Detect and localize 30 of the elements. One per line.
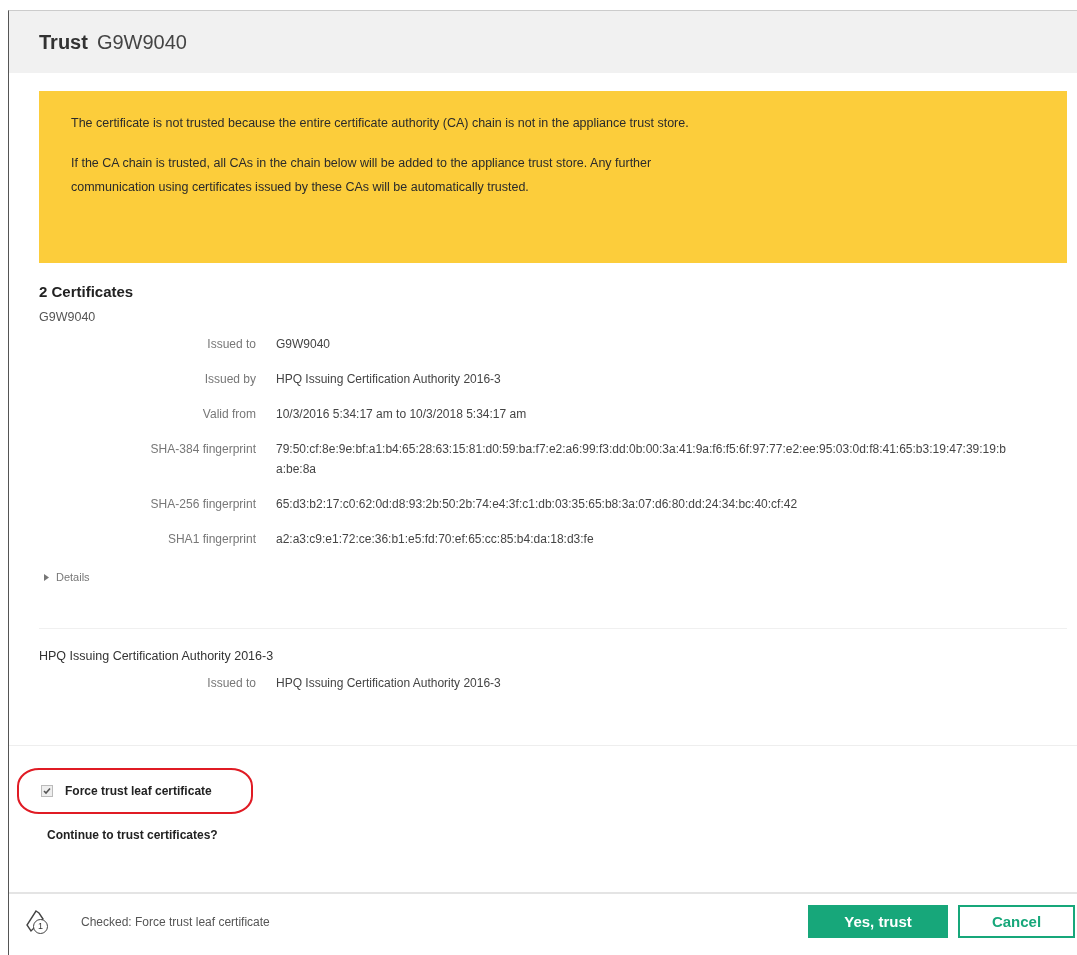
notification-count: 1 xyxy=(33,918,48,934)
cancel-button[interactable]: Cancel xyxy=(958,905,1075,938)
dialog-title: Trust xyxy=(39,30,88,54)
certificates-heading: 2 Certificates xyxy=(39,283,135,300)
field-value: G9W9040 xyxy=(276,336,332,353)
status-message: Checked: Force trust leaf certificate xyxy=(81,914,271,929)
field-label: SHA-384 fingerprint xyxy=(149,441,256,458)
certificate-name: HPQ Issuing Certification Authority 2016-3 xyxy=(39,649,275,663)
triangle-icon xyxy=(43,573,50,581)
field-label: SHA-256 fingerprint xyxy=(149,496,256,513)
field-label: Issued to xyxy=(206,336,256,353)
warning-text: If the CA chain is trusted, all CAs in the chain below will be added to the appliance trust store. Any further communication using certificates issued by these CAs will be automatically trusted. xyxy=(71,155,653,196)
field-value: 65:d3:b2:17:c0:62:0d:d8:93:2b:50:2b:74:e4:3f:c1:db:03:35:65:b8:3a:07:d6:80:dd:24:34:bc:40:cf:42 xyxy=(276,496,799,513)
field-label: Issued by xyxy=(203,371,256,388)
field-value: a2:a3:c9:e1:72:ce:36:b1:e5:fd:70:ef:65:cc:85:b4:da:18:d3:fe xyxy=(276,531,595,548)
field-label: Issued to xyxy=(206,675,256,692)
warning-text: The certificate is not trusted because the entire certificate authority (CA) chain is not in the appliance trust store. xyxy=(71,115,690,132)
checkbox-label: Force trust leaf certificate xyxy=(65,784,212,798)
certificate-name: G9W9040 xyxy=(39,310,97,324)
field-value: HPQ Issuing Certification Authority 2016-3 xyxy=(276,675,502,692)
confirm-question: Continue to trust certificates? xyxy=(47,828,219,842)
field-label: SHA1 fingerprint xyxy=(166,531,256,548)
details-toggle[interactable]: Details xyxy=(43,571,90,583)
field-value: HPQ Issuing Certification Authority 2016-3 xyxy=(276,371,502,388)
dialog-subtitle: G9W9040 xyxy=(96,30,187,54)
checkbox[interactable] xyxy=(41,785,53,797)
field-value: 79:50:cf:8e:9e:bf:a1:b4:65:28:63:15:81:d0:59:ba:f7:e2:a6:99:f3:dd:0b:00:3a:41:9a:f6:f5:6f:97:77:e2:ee:95:03:0d:f8:41:65:b3:19:47:39:19:ba:be:8a xyxy=(276,441,1006,478)
field-value: 10/3/2016 5:34:17 am to 10/3/2018 5:34:17 am xyxy=(276,406,528,423)
confirm-button[interactable]: Yes, trust xyxy=(808,905,948,938)
field-label: Valid from xyxy=(201,406,256,423)
